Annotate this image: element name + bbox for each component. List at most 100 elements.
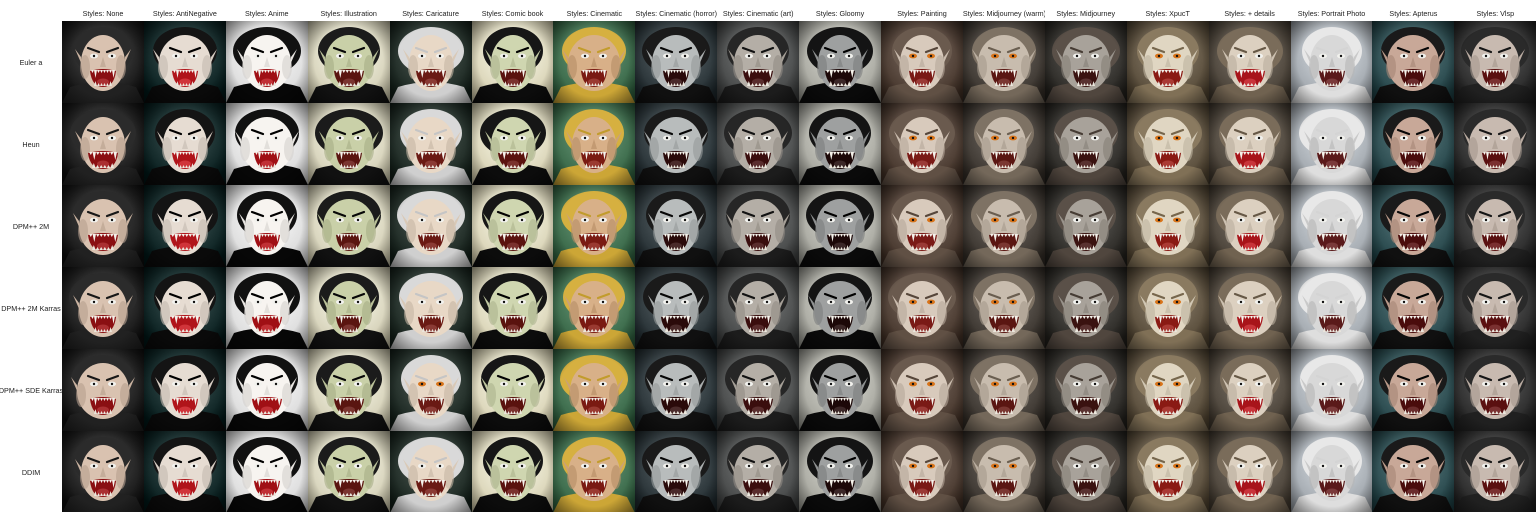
vampire-face-image bbox=[799, 431, 882, 512]
grid-image bbox=[635, 103, 718, 185]
vampire-face-image bbox=[635, 21, 718, 103]
vampire-face-image bbox=[635, 103, 718, 185]
vampire-face-image bbox=[1454, 103, 1536, 185]
grid-image bbox=[799, 267, 882, 349]
vampire-face-image bbox=[1290, 431, 1373, 512]
grid-image bbox=[143, 103, 226, 185]
grid-image bbox=[307, 349, 390, 431]
grid-image bbox=[307, 267, 390, 349]
grid-image bbox=[389, 103, 472, 185]
vampire-face-image bbox=[62, 185, 144, 267]
grid-image bbox=[1454, 267, 1536, 349]
vampire-face-image bbox=[1044, 267, 1127, 349]
column-header: Styles: AntiNegative bbox=[152, 9, 217, 18]
column-header: Styles: Gloomy bbox=[815, 9, 865, 18]
grid-image bbox=[1126, 431, 1209, 512]
vampire-face-image bbox=[553, 267, 636, 349]
grid-image bbox=[1372, 431, 1455, 512]
grid-image bbox=[799, 349, 882, 431]
grid-image bbox=[471, 21, 554, 103]
vampire-face-image bbox=[307, 21, 390, 103]
grid-image bbox=[225, 185, 308, 267]
vampire-face-image bbox=[1372, 185, 1455, 267]
grid-image bbox=[881, 103, 963, 185]
row-header: DPM++ SDE Karras bbox=[0, 385, 64, 395]
grid-image bbox=[1454, 431, 1536, 512]
grid-image bbox=[1044, 349, 1127, 431]
grid-image bbox=[1126, 349, 1209, 431]
vampire-face-image bbox=[962, 21, 1045, 103]
column-header: Styles: Comic book bbox=[481, 9, 544, 18]
grid-image bbox=[1044, 267, 1127, 349]
grid-image bbox=[389, 349, 472, 431]
grid-image bbox=[1126, 21, 1209, 103]
grid-image bbox=[471, 431, 554, 512]
vampire-face-image bbox=[389, 267, 472, 349]
vampire-face-image bbox=[1044, 349, 1127, 431]
vampire-face-image bbox=[1126, 431, 1209, 512]
grid-image bbox=[1290, 103, 1373, 185]
vampire-face-image bbox=[1208, 349, 1291, 431]
vampire-face-image bbox=[553, 349, 636, 431]
vampire-face-image bbox=[962, 103, 1045, 185]
grid-image bbox=[389, 267, 472, 349]
grid-image bbox=[1208, 103, 1291, 185]
vampire-face-image bbox=[143, 185, 226, 267]
vampire-face-image bbox=[1454, 431, 1536, 512]
vampire-face-image bbox=[1290, 103, 1373, 185]
vampire-face-image bbox=[799, 349, 882, 431]
vampire-face-image bbox=[1290, 349, 1373, 431]
vampire-face-image bbox=[62, 103, 144, 185]
column-header: Styles: Illustration bbox=[320, 9, 377, 18]
grid-image bbox=[471, 267, 554, 349]
grid-image bbox=[307, 21, 390, 103]
grid-image bbox=[962, 431, 1045, 512]
vampire-face-image bbox=[62, 349, 144, 431]
vampire-face-image bbox=[143, 103, 226, 185]
grid-image bbox=[1454, 103, 1536, 185]
grid-image bbox=[62, 349, 144, 431]
vampire-face-image bbox=[635, 349, 718, 431]
vampire-face-image bbox=[1126, 185, 1209, 267]
vampire-face-image bbox=[881, 103, 963, 185]
vampire-face-image bbox=[471, 185, 554, 267]
grid-image bbox=[307, 103, 390, 185]
grid-image bbox=[635, 185, 718, 267]
vampire-face-image bbox=[1208, 103, 1291, 185]
grid-image bbox=[62, 431, 144, 512]
grid-image bbox=[1290, 21, 1373, 103]
grid-image bbox=[1372, 185, 1455, 267]
grid-image bbox=[717, 267, 800, 349]
grid-image bbox=[635, 349, 718, 431]
grid-image bbox=[1454, 185, 1536, 267]
grid-image bbox=[553, 349, 636, 431]
column-header: Styles: XpucT bbox=[1145, 9, 1190, 18]
vampire-face-image bbox=[553, 185, 636, 267]
grid-image bbox=[799, 431, 882, 512]
vampire-face-image bbox=[307, 185, 390, 267]
grid-image bbox=[143, 349, 226, 431]
image-grid bbox=[62, 21, 1536, 512]
grid-image bbox=[1044, 21, 1127, 103]
vampire-face-image bbox=[717, 185, 800, 267]
vampire-face-image bbox=[962, 267, 1045, 349]
row-header-column: Euler a Heun DPM++ 2M DPM++ 2M Karras DPM++ … bbox=[0, 21, 64, 512]
grid-image bbox=[881, 431, 963, 512]
vampire-face-image bbox=[1208, 185, 1291, 267]
grid-image bbox=[553, 21, 636, 103]
vampire-face-image bbox=[62, 267, 144, 349]
grid-image bbox=[1044, 431, 1127, 512]
grid-image bbox=[1454, 349, 1536, 431]
grid-image bbox=[225, 267, 308, 349]
grid-image bbox=[799, 185, 882, 267]
vampire-face-image bbox=[635, 185, 718, 267]
vampire-face-image bbox=[1372, 349, 1455, 431]
vampire-face-image bbox=[307, 349, 390, 431]
vampire-face-image bbox=[1044, 431, 1127, 512]
grid-image bbox=[717, 21, 800, 103]
column-header: Styles: + details bbox=[1224, 9, 1275, 18]
row-header: DDIM bbox=[21, 467, 41, 477]
grid-image bbox=[143, 185, 226, 267]
vampire-face-image bbox=[307, 431, 390, 512]
vampire-face-image bbox=[143, 21, 226, 103]
